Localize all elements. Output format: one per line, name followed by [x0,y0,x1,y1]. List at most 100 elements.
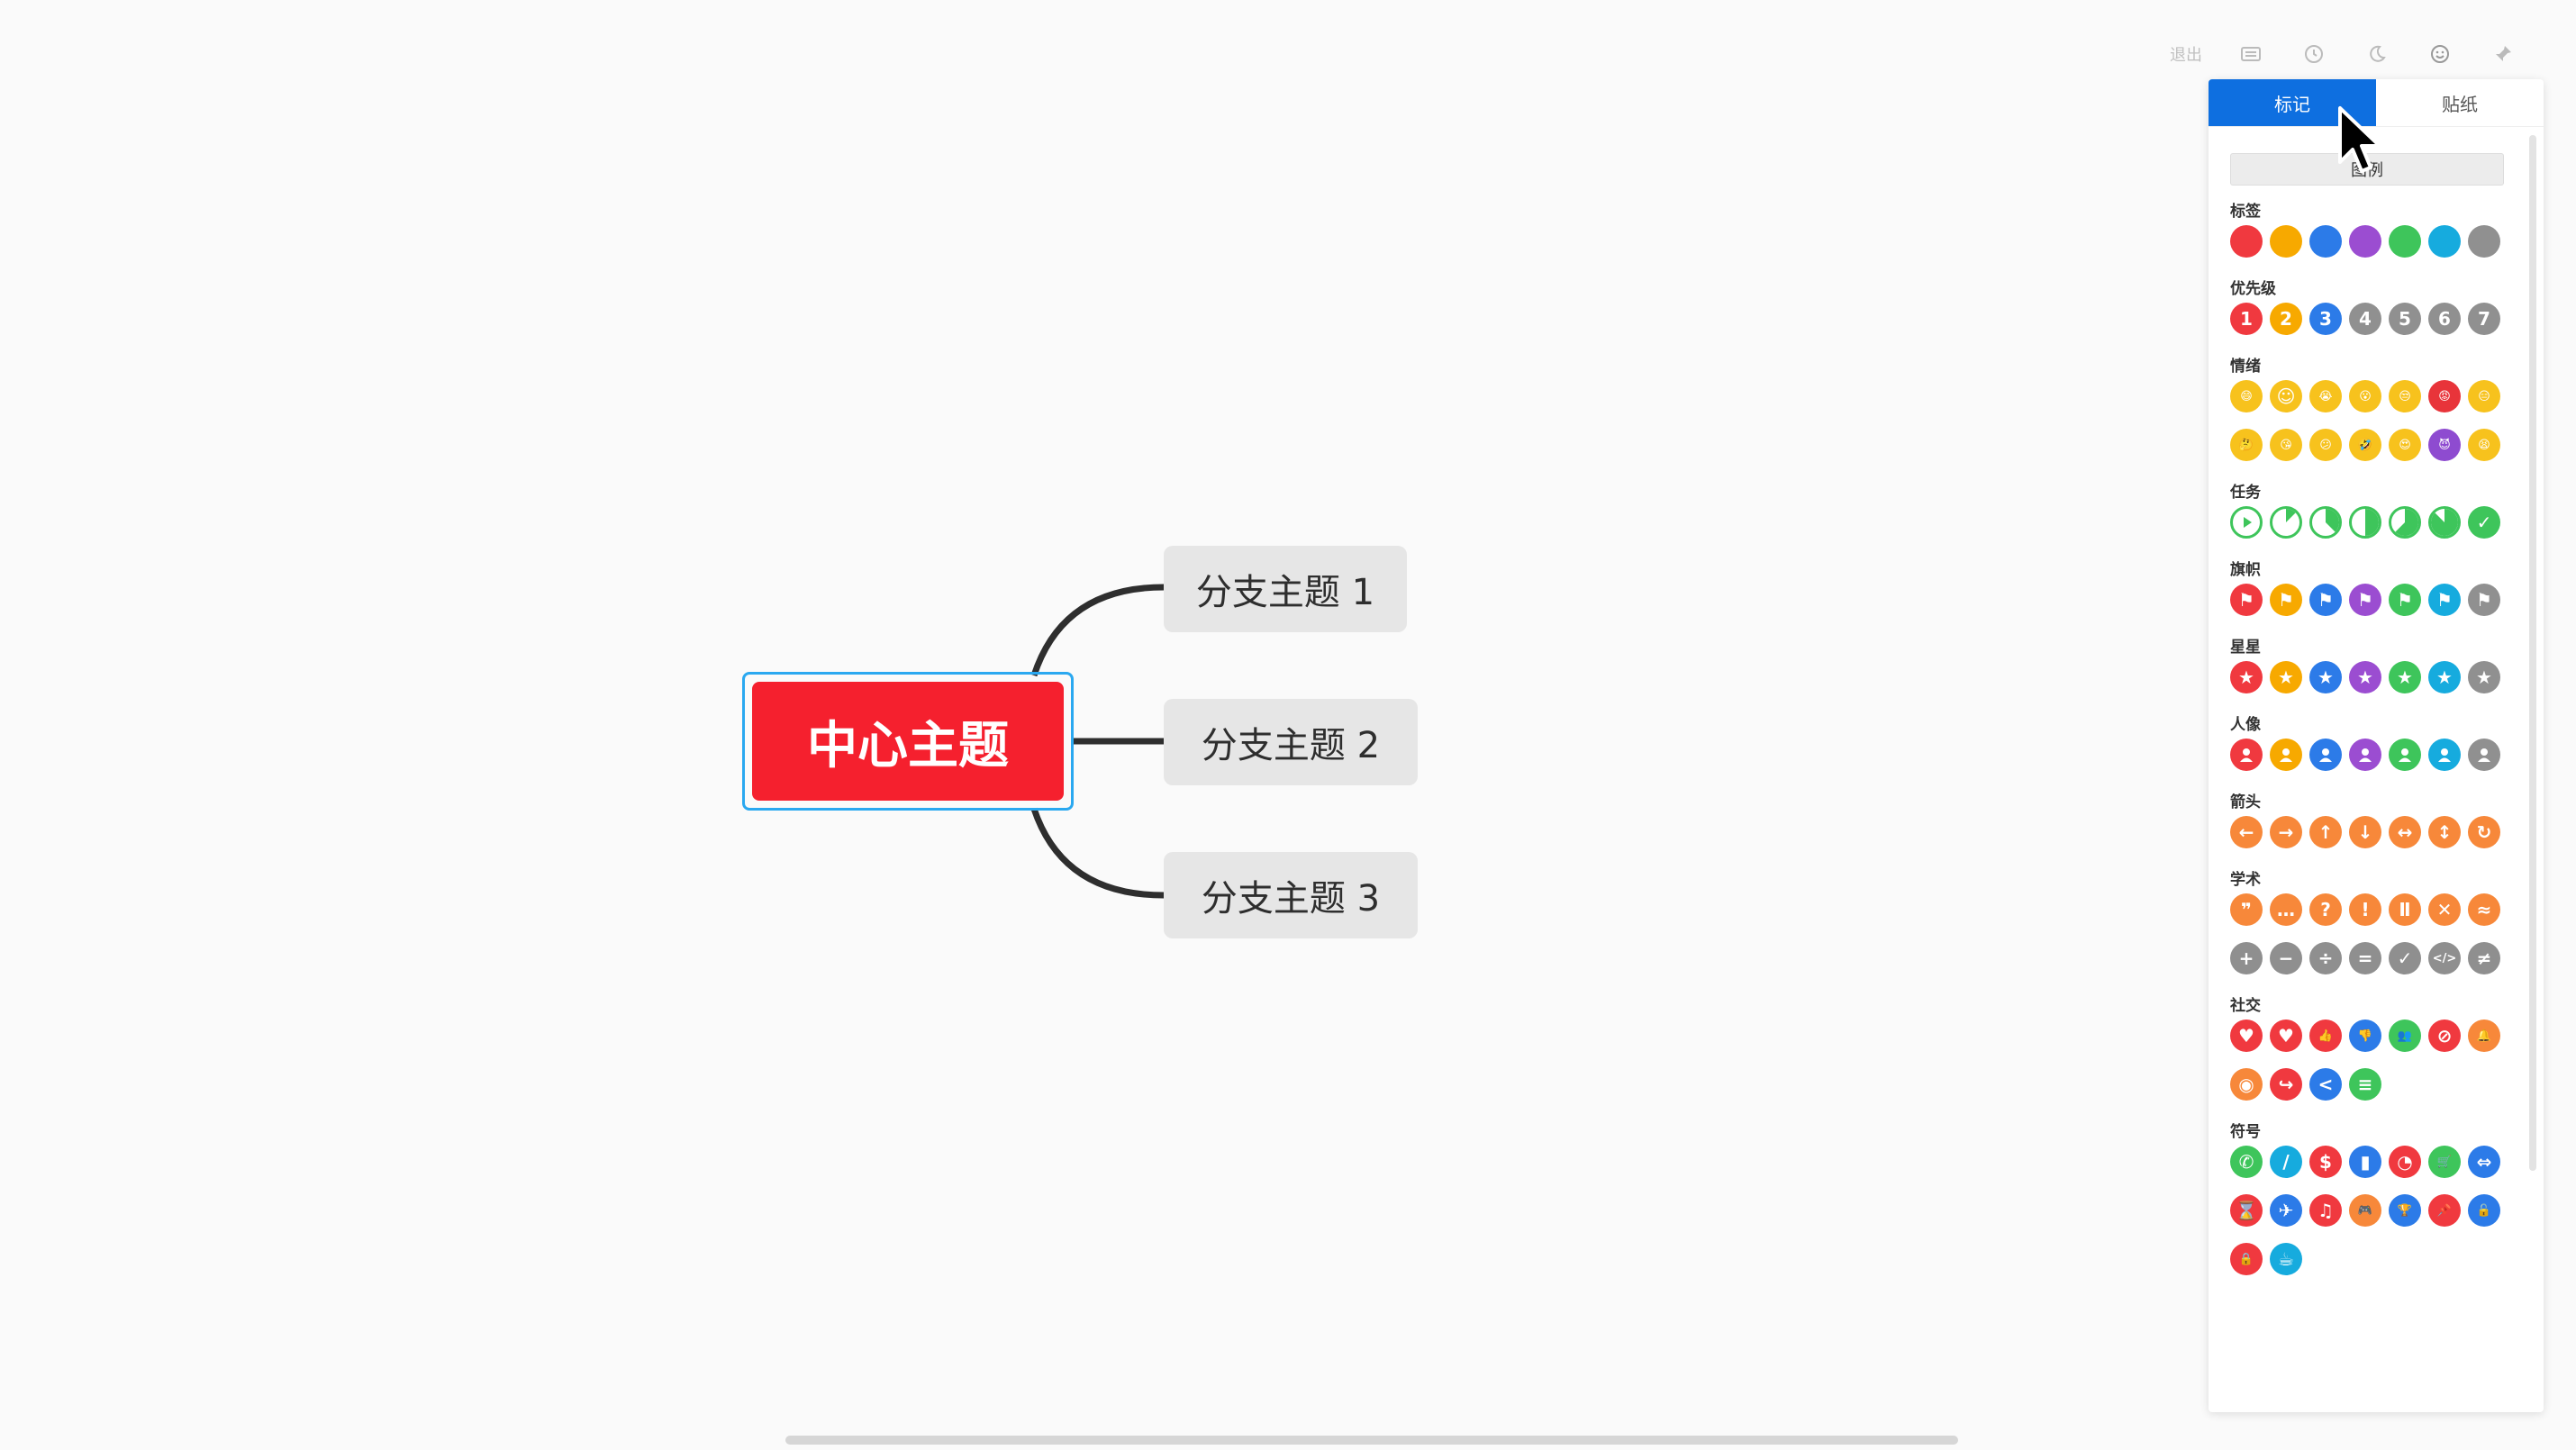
social-marker-icon[interactable]: ⊘ [2428,1020,2461,1052]
priority-marker-icon[interactable]: 5 [2389,303,2421,335]
task-marker-icon[interactable] [2270,506,2302,539]
tag-marker-icon[interactable] [2270,225,2302,258]
symbol-marker-icon[interactable]: ✈ [2270,1194,2302,1227]
arrow-marker-icon[interactable]: ↻ [2468,816,2500,848]
academic-marker-icon[interactable]: ! [2349,893,2381,926]
task-marker-icon[interactable] [2349,506,2381,539]
star-marker-icon[interactable]: ★ [2349,661,2381,693]
symbol-marker-icon[interactable]: 🏆 [2389,1194,2421,1227]
star-marker-icon[interactable]: ★ [2270,661,2302,693]
emotion-marker-icon[interactable]: 🤣 [2349,429,2381,461]
academic-marker-icon[interactable]: ≈ [2468,893,2500,926]
panel-scrollbar[interactable] [2529,135,2536,1171]
symbol-marker-icon[interactable]: / [2270,1146,2302,1178]
arrow-marker-icon[interactable]: ↓ [2349,816,2381,848]
priority-marker-icon[interactable]: 3 [2309,303,2342,335]
symbol-marker-icon[interactable]: ▮ [2349,1146,2381,1178]
priority-marker-icon[interactable]: 1 [2230,303,2263,335]
emotion-marker-icon[interactable]: 😫 [2468,429,2500,461]
flag-marker-icon[interactable]: ⚑ [2270,584,2302,616]
symbol-marker-icon[interactable]: ☕ [2270,1243,2302,1275]
task-marker-icon[interactable] [2428,506,2461,539]
branch-topic-2[interactable]: 分支主题 2 [1164,699,1418,785]
academic-marker-icon[interactable]: ÷ [2309,942,2342,974]
central-topic-selection[interactable]: 中心主题 [742,672,1074,811]
branch-topic-3[interactable]: 分支主题 3 [1164,852,1418,938]
person-marker-icon[interactable] [2428,739,2461,771]
person-marker-icon[interactable] [2270,739,2302,771]
academic-marker-icon[interactable]: </> [2428,942,2461,974]
branch-topic-1[interactable]: 分支主题 1 [1164,546,1407,632]
emotion-marker-icon[interactable]: ☺ [2270,380,2302,412]
symbol-marker-icon[interactable]: $ [2309,1146,2342,1178]
social-marker-icon[interactable]: ♥ [2230,1020,2263,1052]
flag-marker-icon[interactable]: ⚑ [2389,584,2421,616]
social-marker-icon[interactable]: 👥 [2389,1020,2421,1052]
emotion-marker-icon[interactable]: 😡 [2428,380,2461,412]
flag-marker-icon[interactable]: ⚑ [2468,584,2500,616]
emotion-marker-icon[interactable]: 😮 [2349,380,2381,412]
emotion-marker-icon[interactable]: 😄 [2230,380,2263,412]
academic-marker-icon[interactable]: … [2270,893,2302,926]
social-marker-icon[interactable]: 👍 [2309,1020,2342,1052]
social-marker-icon[interactable]: 🔔 [2468,1020,2500,1052]
flag-marker-icon[interactable]: ⚑ [2230,584,2263,616]
symbol-marker-icon[interactable]: 🛒 [2428,1146,2461,1178]
history-icon[interactable] [2282,32,2345,76]
person-marker-icon[interactable] [2309,739,2342,771]
academic-marker-icon[interactable]: Ⅱ [2389,893,2421,926]
emotion-marker-icon[interactable]: 😍 [2389,429,2421,461]
academic-marker-icon[interactable]: = [2349,942,2381,974]
flag-marker-icon[interactable]: ⚑ [2428,584,2461,616]
person-marker-icon[interactable] [2468,739,2500,771]
star-marker-icon[interactable]: ★ [2309,661,2342,693]
person-marker-icon[interactable] [2349,739,2381,771]
emoji-icon[interactable] [2408,32,2472,76]
social-marker-icon[interactable]: 👎 [2349,1020,2381,1052]
emotion-marker-icon[interactable]: 😈 [2428,429,2461,461]
social-marker-icon[interactable]: ≡ [2349,1068,2381,1101]
emotion-marker-icon[interactable]: 😒 [2389,380,2421,412]
symbol-marker-icon[interactable]: 🔒 [2230,1243,2263,1275]
academic-marker-icon[interactable]: + [2230,942,2263,974]
social-marker-icon[interactable]: ♥ [2270,1020,2302,1052]
priority-marker-icon[interactable]: 4 [2349,303,2381,335]
task-marker-icon[interactable]: ✓ [2468,506,2500,539]
arrow-marker-icon[interactable]: ← [2230,816,2263,848]
task-marker-icon[interactable] [2230,506,2263,539]
tag-marker-icon[interactable] [2468,225,2500,258]
arrow-marker-icon[interactable]: ↔ [2389,816,2421,848]
flag-marker-icon[interactable]: ⚑ [2309,584,2342,616]
arrow-marker-icon[interactable]: → [2270,816,2302,848]
star-marker-icon[interactable]: ★ [2428,661,2461,693]
academic-marker-icon[interactable]: ❞ [2230,893,2263,926]
task-marker-icon[interactable] [2309,506,2342,539]
tag-marker-icon[interactable] [2309,225,2342,258]
horizontal-scrollbar[interactable] [785,1436,1958,1445]
emotion-marker-icon[interactable]: 🤔 [2230,429,2263,461]
person-marker-icon[interactable] [2389,739,2421,771]
tag-marker-icon[interactable] [2230,225,2263,258]
symbol-marker-icon[interactable]: ✆ [2230,1146,2263,1178]
flag-marker-icon[interactable]: ⚑ [2349,584,2381,616]
priority-marker-icon[interactable]: 7 [2468,303,2500,335]
symbol-marker-icon[interactable]: ◔ [2389,1146,2421,1178]
moon-icon[interactable] [2345,32,2408,76]
emotion-marker-icon[interactable]: 😑 [2468,380,2500,412]
tag-marker-icon[interactable] [2389,225,2421,258]
symbol-marker-icon[interactable]: 📌 [2428,1194,2461,1227]
symbol-marker-icon[interactable]: ♫ [2309,1194,2342,1227]
person-marker-icon[interactable] [2230,739,2263,771]
priority-marker-icon[interactable]: 2 [2270,303,2302,335]
tag-marker-icon[interactable] [2428,225,2461,258]
mindmap-canvas[interactable]: 中心主题 分支主题 1 分支主题 2 分支主题 3 [0,0,2576,1450]
symbol-marker-icon[interactable]: 🔓 [2468,1194,2500,1227]
star-marker-icon[interactable]: ★ [2230,661,2263,693]
academic-marker-icon[interactable]: ✓ [2389,942,2421,974]
tag-marker-icon[interactable] [2349,225,2381,258]
arrow-marker-icon[interactable]: ↕ [2428,816,2461,848]
social-marker-icon[interactable]: ↪ [2270,1068,2302,1101]
emotion-marker-icon[interactable]: 😕 [2309,429,2342,461]
academic-marker-icon[interactable]: ≠ [2468,942,2500,974]
central-topic[interactable]: 中心主题 [752,682,1064,801]
